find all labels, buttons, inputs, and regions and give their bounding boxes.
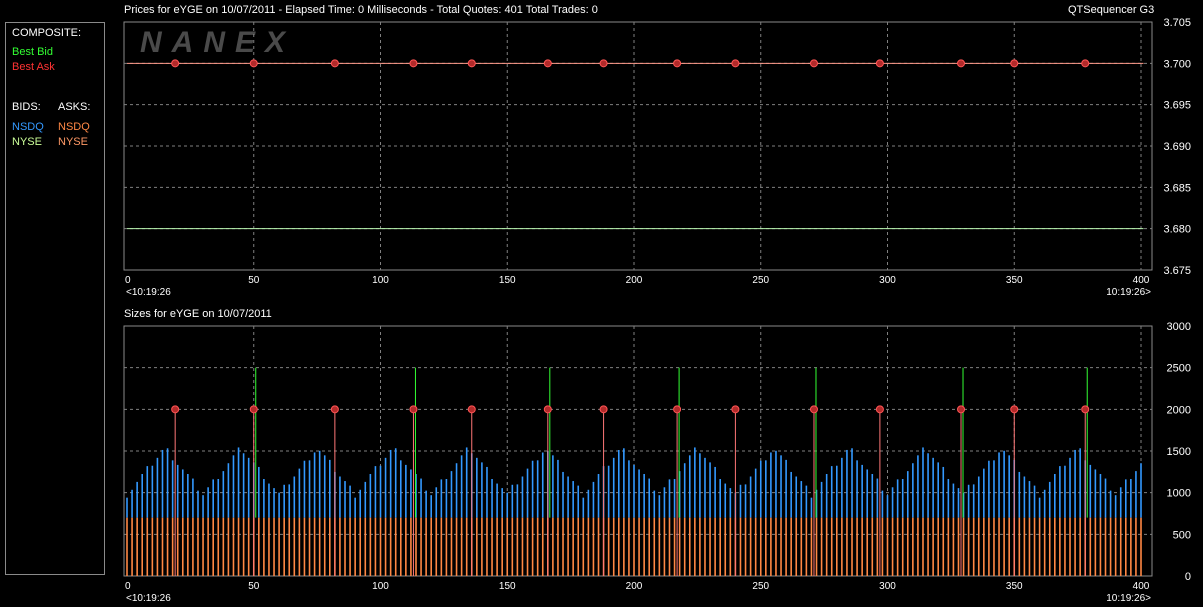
price-chart-x-tick-label: 50: [248, 275, 260, 286]
size-trade-marker: [1010, 405, 1019, 414]
size-trade-marker: [1081, 405, 1090, 414]
size-chart-y-tick-label: 1000: [1167, 488, 1191, 500]
size-trade-marker: [957, 405, 966, 414]
price-trade-marker: [409, 59, 418, 68]
price-trade-marker: [1010, 59, 1019, 68]
price-chart-x-tick-label: 150: [499, 275, 516, 286]
size-chart-y-tick-label: 2500: [1167, 363, 1191, 375]
price-chart-time-end: 10:19:26>: [1106, 287, 1151, 298]
size-trade-marker: [809, 405, 818, 414]
size-chart-y-tick-label: 3000: [1167, 321, 1191, 333]
nanex-watermark: NANEX: [140, 26, 295, 59]
price-trade-marker: [543, 59, 552, 68]
size-trade-marker: [673, 405, 682, 414]
size-chart-y-tick-label: 0: [1185, 571, 1191, 583]
price-chart-y-tick-label: 3.680: [1163, 224, 1191, 236]
price-chart-x-tick-label: 400: [1133, 275, 1150, 286]
price-chart-y-tick-label: 3.690: [1163, 141, 1191, 153]
price-chart-time-start: <10:19:26: [126, 287, 171, 298]
price-trade-marker: [467, 59, 476, 68]
price-trade-marker: [809, 59, 818, 68]
size-trade-marker: [543, 405, 552, 414]
size-chart-x-tick-label: 300: [879, 581, 896, 592]
size-chart-frame: [123, 325, 1153, 577]
size-chart-x-tick-label: 0: [125, 581, 131, 592]
size-chart-x-tick-label: 200: [626, 581, 643, 592]
price-trade-marker: [957, 59, 966, 68]
size-trade-marker: [409, 405, 418, 414]
size-trade-marker: [599, 405, 608, 414]
price-chart-x-tick-label: 200: [626, 275, 643, 286]
size-chart-y-tick-label: 2000: [1167, 404, 1191, 416]
size-chart-x-tick-label: 350: [1006, 581, 1023, 592]
price-trade-marker: [731, 59, 740, 68]
size-chart-x-tick-label: 150: [499, 581, 516, 592]
price-trade-marker: [171, 59, 180, 68]
size-trade-marker: [330, 405, 339, 414]
price-chart-x-tick-label: 350: [1006, 275, 1023, 286]
size-chart-time-end: 10:19:26>: [1106, 593, 1151, 604]
price-trade-marker: [249, 59, 258, 68]
size-trade-marker: [875, 405, 884, 414]
price-chart-y-tick-label: 3.685: [1163, 182, 1191, 194]
price-chart-x-tick-label: 0: [125, 275, 131, 286]
size-chart-time-start: <10:19:26: [126, 593, 171, 604]
size-trade-marker: [467, 405, 476, 414]
size-chart-y-tick-label: 1500: [1167, 446, 1191, 458]
price-trade-marker: [599, 59, 608, 68]
size-trade-marker: [171, 405, 180, 414]
price-trade-marker: [1081, 59, 1090, 68]
size-chart-x-tick-label: 400: [1133, 581, 1150, 592]
size-chart-x-tick-label: 50: [248, 581, 260, 592]
price-chart-x-tick-label: 100: [372, 275, 389, 286]
price-chart-y-tick-label: 3.695: [1163, 100, 1191, 112]
price-chart-x-tick-label: 250: [752, 275, 769, 286]
price-size-charts: NANEX 0 50 100 150 200 250 300 350 400 <10:19:26 10…: [123, 17, 1191, 604]
price-chart-x-tick-label: 300: [879, 275, 896, 286]
price-chart-frame: [123, 21, 1153, 271]
price-trade-marker: [330, 59, 339, 68]
size-chart-x-tick-label: 100: [372, 581, 389, 592]
price-chart-y-tick-label: 3.675: [1163, 265, 1191, 277]
size-trade-marker: [249, 405, 258, 414]
price-trade-marker: [875, 59, 884, 68]
size-trade-marker: [731, 405, 740, 414]
price-trade-marker: [673, 59, 682, 68]
price-chart-y-tick-label: 3.700: [1163, 58, 1191, 70]
size-chart-x-tick-label: 250: [752, 581, 769, 592]
size-chart-y-tick-label: 500: [1173, 529, 1191, 541]
price-chart-y-tick-label: 3.705: [1163, 17, 1191, 29]
